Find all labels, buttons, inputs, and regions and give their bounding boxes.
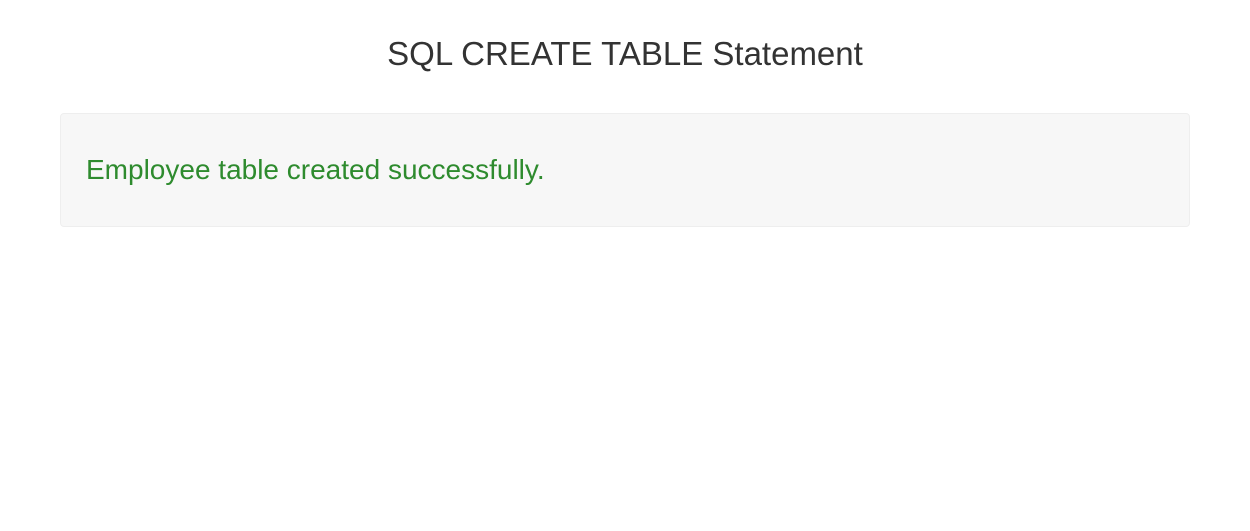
page-title: SQL CREATE TABLE Statement <box>60 35 1190 73</box>
success-message: Employee table created successfully. <box>86 154 1164 186</box>
output-message-box: Employee table created successfully. <box>60 113 1190 227</box>
